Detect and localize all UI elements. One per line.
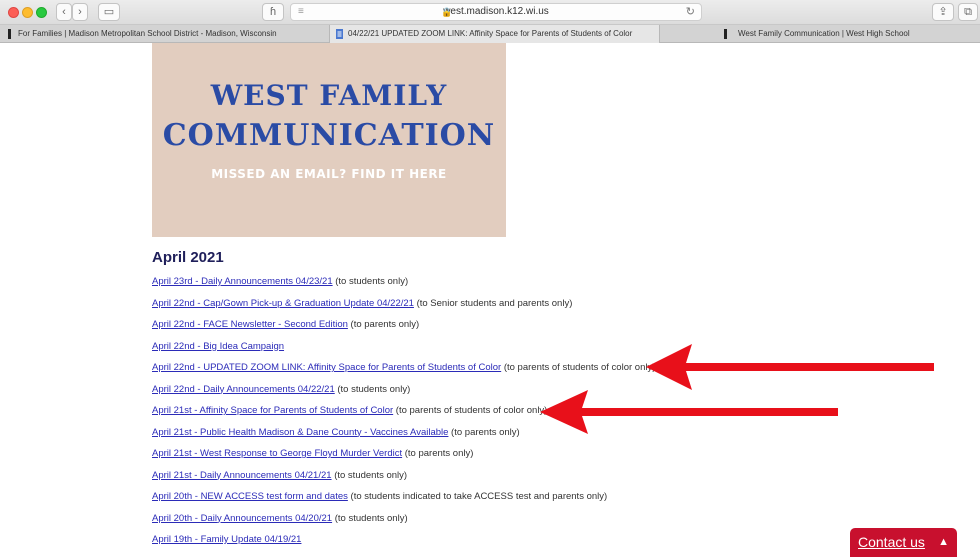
list-item: April 20th - Daily Announcements 04/20/2… xyxy=(152,513,852,535)
chevron-right-icon: › xyxy=(78,6,82,18)
announcement-link[interactable]: April 21st - Daily Announcements 04/21/2… xyxy=(152,470,332,481)
announcement-link[interactable]: April 21st - Affinity Space for Parents … xyxy=(152,405,393,416)
audience-note: (to parents only) xyxy=(448,426,520,438)
tab-for-families[interactable]: For Families | Madison Metropolitan Scho… xyxy=(0,25,330,43)
tab-west-family-communication[interactable]: West Family Communication | West High Sc… xyxy=(660,25,980,43)
document-favicon-icon xyxy=(336,29,343,39)
school-favicon-icon xyxy=(724,29,727,39)
audience-note: (to students only) xyxy=(331,469,408,481)
audience-note: (to parents only) xyxy=(347,319,420,330)
announcement-link[interactable]: April 22nd - Big Idea Campaign xyxy=(152,341,284,352)
share-button[interactable]: ⇪ xyxy=(932,3,954,21)
announcement-link[interactable]: April 22nd - Cap/Gown Pick-up & Graduati… xyxy=(152,298,414,309)
extension-icon: ɦ xyxy=(269,6,277,18)
tabs-icon: ⧉ xyxy=(964,6,972,18)
list-item: April 22nd - Cap/Gown Pick-up & Graduati… xyxy=(152,298,852,320)
audience-note: (to students indicated to take ACCESS te… xyxy=(347,491,608,502)
sidebar-button[interactable]: ▭ xyxy=(98,3,120,21)
audience-note: (to students only) xyxy=(332,276,409,287)
banner-title-line1: WEST FAMILY xyxy=(210,79,448,112)
audience-note: (to Senior students and parents only) xyxy=(413,297,573,309)
announcement-link[interactable]: April 22nd - UPDATED ZOOM LINK: Affinity… xyxy=(152,362,501,373)
tab-updated-zoom-link[interactable]: 04/22/21 UPDATED ZOOM LINK: Affinity Spa… xyxy=(330,25,660,43)
banner-subtitle: MISSED AN EMAIL? FIND IT HERE xyxy=(211,167,447,181)
back-button[interactable]: ‹ xyxy=(56,3,72,21)
minimize-window-button[interactable] xyxy=(22,7,33,18)
announcement-link[interactable]: April 22nd - Daily Announcements 04/22/2… xyxy=(152,384,335,395)
announcement-link[interactable]: April 21st - Public Health Madison & Dan… xyxy=(152,427,448,438)
contact-us-button[interactable]: Contact us ▲ xyxy=(850,528,957,557)
chevron-left-icon: ‹ xyxy=(62,6,66,18)
tabs-overview-button[interactable]: ⧉ xyxy=(958,3,978,21)
close-window-button[interactable] xyxy=(8,7,19,18)
browser-toolbar: ‹ › ▭ ɦ ≡ 🔒 west.madison.k12.wi.us ↻ ⇪ ⧉ xyxy=(0,0,980,25)
lock-icon: 🔒 xyxy=(441,7,453,17)
red-arrow-icon xyxy=(540,390,838,434)
sidebar-icon: ▭ xyxy=(103,6,115,18)
url-text: west.madison.k12.wi.us xyxy=(443,6,549,17)
caret-up-icon: ▲ xyxy=(938,536,949,548)
announcement-link[interactable]: April 21st - West Response to George Flo… xyxy=(152,448,402,459)
list-item: April 21st - Daily Announcements 04/21/2… xyxy=(152,470,852,492)
extension-button[interactable]: ɦ xyxy=(262,3,284,21)
banner-title-line2: COMMUNICATION xyxy=(162,118,496,153)
west-family-communication-banner: WEST FAMILY COMMUNICATION MISSED AN EMAI… xyxy=(152,43,506,237)
red-arrow-icon xyxy=(646,344,934,390)
reload-icon[interactable]: ↻ xyxy=(686,4,695,20)
announcement-link[interactable]: April 22nd - FACE Newsletter - Second Ed… xyxy=(152,319,348,330)
announcement-link[interactable]: April 19th - Family Update 04/19/21 xyxy=(152,534,301,545)
announcement-link[interactable]: April 20th - Daily Announcements 04/20/2… xyxy=(152,513,332,524)
share-icon: ⇪ xyxy=(938,6,948,18)
announcement-link[interactable]: April 20th - NEW ACCESS test form and da… xyxy=(152,491,348,502)
list-item: April 21st - West Response to George Flo… xyxy=(152,448,852,470)
announcement-link[interactable]: April 23rd - Daily Announcements 04/23/2… xyxy=(152,276,333,287)
tab-bar: For Families | Madison Metropolitan Scho… xyxy=(0,25,980,43)
audience-note: (to parents of students of color only) xyxy=(501,362,656,373)
list-item: April 23rd - Daily Announcements 04/23/2… xyxy=(152,276,852,298)
list-item: April 19th - Family Update 04/19/21 xyxy=(152,534,852,556)
audience-note: (to students only) xyxy=(334,383,411,395)
address-bar[interactable]: ≡ 🔒 west.madison.k12.wi.us ↻ xyxy=(290,3,702,21)
audience-note: (to parents of students of color only) xyxy=(393,405,548,416)
contact-us-label: Contact us xyxy=(858,534,925,550)
month-heading: April 2021 xyxy=(152,249,224,266)
list-item: April 20th - NEW ACCESS test form and da… xyxy=(152,491,852,513)
audience-note: (to parents only) xyxy=(402,448,474,459)
school-favicon-icon xyxy=(8,29,11,39)
reader-icon[interactable]: ≡ xyxy=(298,4,304,20)
forward-button[interactable]: › xyxy=(72,3,88,21)
zoom-window-button[interactable] xyxy=(36,7,47,18)
list-item: April 22nd - FACE Newsletter - Second Ed… xyxy=(152,319,852,341)
audience-note: (to students only) xyxy=(332,512,408,524)
